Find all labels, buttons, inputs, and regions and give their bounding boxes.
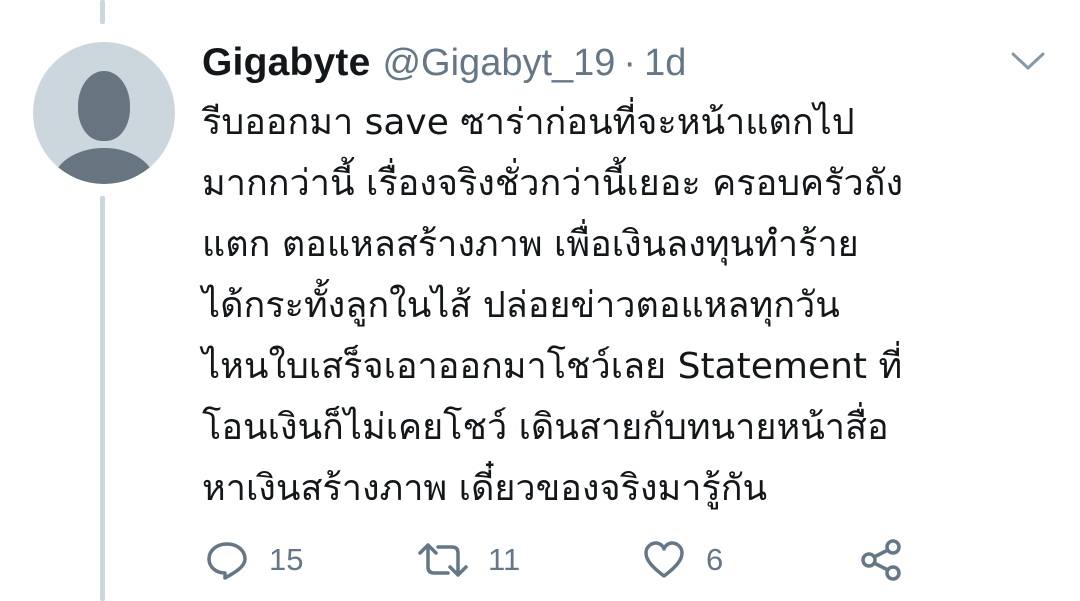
reply-icon: [207, 542, 247, 580]
chevron-down-icon[interactable]: [1010, 50, 1046, 72]
header-separator: ·: [623, 41, 637, 84]
tweet-text-line: หาเงินสร้างภาพ เดี๋ยวของจริงมารู้กัน: [202, 468, 768, 509]
retweet-count: 11: [488, 542, 521, 577]
tweet-timestamp[interactable]: 1d: [644, 42, 686, 85]
tweet-header: Gigabyte @Gigabyt_19 · 1d: [202, 36, 686, 90]
share-icon: [861, 539, 901, 581]
share-button[interactable]: [860, 532, 904, 588]
retweet-icon: [418, 543, 468, 577]
like-count: 6: [706, 542, 724, 577]
avatar[interactable]: [33, 42, 175, 184]
avatar-body-shape: [53, 148, 155, 184]
tweet-text: รีบออกมา save ซาร่าก่อนที่จะหน้าแตกไป มา…: [202, 92, 1062, 519]
tweet-text-line: ได้กระทั้งลูกในไส้ ปล่อยข่าวตอแหลทุกวัน: [202, 285, 840, 326]
display-name[interactable]: Gigabyte: [202, 41, 370, 85]
tweet-text-line: มากกว่านี้ เรื่องจริงชั่วกว่านี้เยอะ ครอ…: [202, 163, 904, 204]
tweet-text-line: ไหนใบเสร็จเอาออกมาโชว์เลย Statement ที่: [202, 346, 903, 387]
thread-connector-top: [100, 0, 105, 24]
tweet-actions: 15 11 6: [205, 532, 925, 588]
reply-count: 15: [269, 542, 304, 577]
avatar-head-shape: [78, 71, 130, 141]
tweet-text-line: รีบออกมา save ซาร่าก่อนที่จะหน้าแตกไป: [202, 102, 855, 143]
thread-connector-bottom: [100, 196, 105, 601]
tweet-text-line: โอนเงินก็ไม่เคยโชว์ เดินสายกับทนายหน้าสื…: [202, 407, 889, 448]
user-handle[interactable]: @Gigabyt_19: [382, 42, 615, 85]
like-button[interactable]: 6: [642, 532, 723, 588]
reply-button[interactable]: 15: [205, 532, 303, 588]
heart-icon: [644, 541, 684, 578]
retweet-button[interactable]: 11: [418, 532, 520, 588]
tweet-text-line: แตก ตอแหลสร้างภาพ เพื่อเงินลงทุนทำร้าย: [202, 224, 859, 265]
